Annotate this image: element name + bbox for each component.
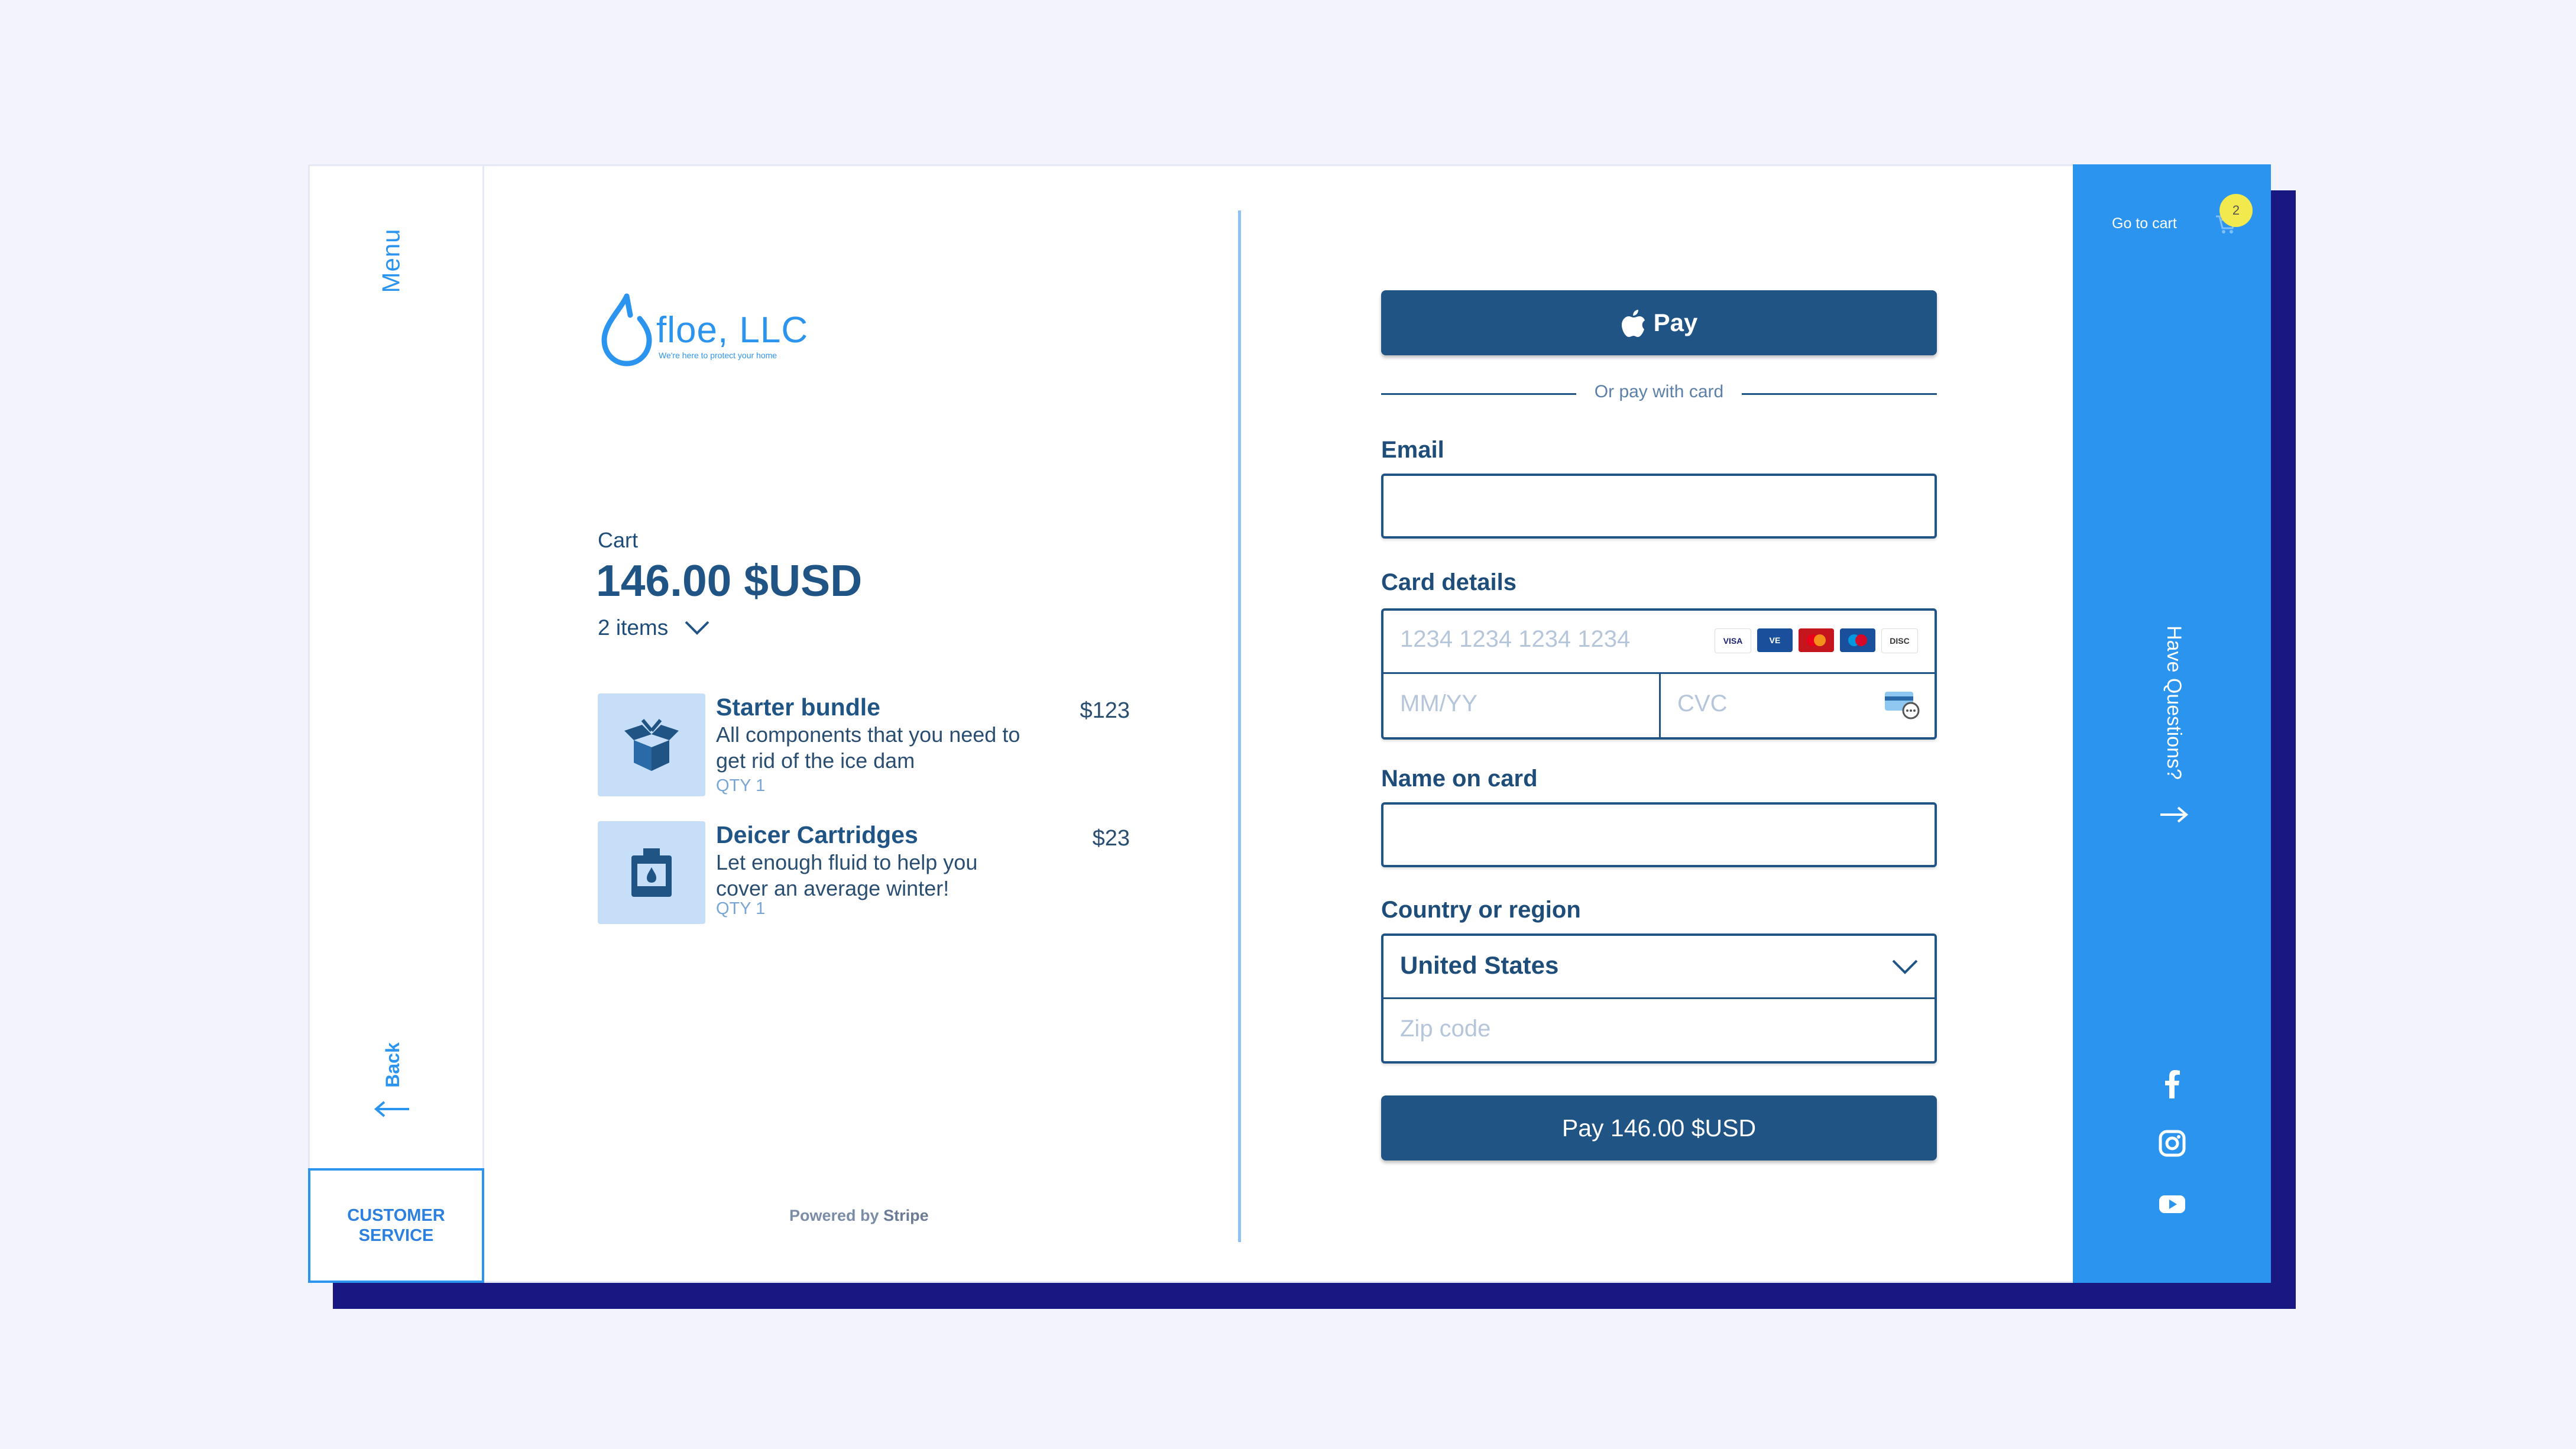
cvc-placeholder: CVC xyxy=(1677,691,1728,717)
powered-prefix: Powered by xyxy=(789,1207,879,1224)
arrow-left-icon xyxy=(374,1101,409,1117)
apple-icon xyxy=(1621,310,1645,337)
country-value: United States xyxy=(1400,951,1559,979)
item-price: $123 xyxy=(1080,698,1130,723)
instagram-icon[interactable] xyxy=(2157,1128,2188,1159)
visa-electron-icon: VE xyxy=(1757,628,1793,652)
email-label: Email xyxy=(1381,437,1444,463)
item-thumbnail xyxy=(598,693,705,796)
cart-item: Deicer Cartridges Let enough fluid to he… xyxy=(598,821,1130,928)
column-divider xyxy=(1238,210,1241,1242)
arrow-right-icon[interactable] xyxy=(2156,803,2191,826)
item-description: All components that you need to get rid … xyxy=(716,722,1020,773)
back-button[interactable]: Back xyxy=(369,1035,416,1124)
expiry-placeholder: MM/YY xyxy=(1400,691,1478,717)
side-panel: Go to cart 2 Have Questions? xyxy=(2073,164,2271,1283)
customer-service-button[interactable]: CUSTOMER SERVICE xyxy=(308,1168,484,1283)
pay-button-label: Pay 146.00 $USD xyxy=(1561,1114,1757,1142)
email-field[interactable] xyxy=(1381,474,1937,539)
cart-label: Cart xyxy=(598,528,639,552)
powered-by-stripe[interactable]: Powered by Stripe xyxy=(789,1207,929,1225)
cart-items-toggle[interactable]: 2 items xyxy=(598,615,711,640)
discover-icon: DISC xyxy=(1881,628,1918,653)
country-zip-group: United States Zip code xyxy=(1381,933,1937,1064)
item-thumbnail xyxy=(598,821,705,924)
stripe-brand: Stripe xyxy=(883,1207,929,1224)
expiry-field[interactable]: MM/YY xyxy=(1383,674,1659,738)
cvc-field[interactable]: CVC xyxy=(1661,674,1935,738)
card-number-placeholder: 1234 1234 1234 1234 xyxy=(1400,626,1631,652)
or-line-right xyxy=(1742,393,1937,395)
apple-pay-button[interactable]: Pay xyxy=(1381,290,1937,355)
cvc-card-icon xyxy=(1885,692,1920,719)
facebook-icon[interactable] xyxy=(2157,1068,2188,1098)
card-row-expiry-cvc: MM/YY CVC xyxy=(1383,674,1935,738)
menu-label: Menu xyxy=(377,228,405,293)
back-label: Back xyxy=(381,1042,403,1088)
zip-code-field[interactable]: Zip code xyxy=(1383,999,1935,1062)
cart-total: 146.00 $USD xyxy=(596,556,863,605)
cart-badge: 2 xyxy=(2219,194,2253,227)
open-box-icon xyxy=(624,719,679,771)
country-select[interactable]: United States xyxy=(1383,936,1935,999)
maestro-icon xyxy=(1840,628,1875,652)
mastercard-icon xyxy=(1799,628,1834,652)
card-number-field[interactable]: 1234 1234 1234 1234 VISA VE DISC xyxy=(1383,611,1935,674)
item-price: $23 xyxy=(1092,826,1130,851)
brand-logo: floe, LLC We're here to protect your hom… xyxy=(597,291,834,374)
go-to-cart-link[interactable]: Go to cart xyxy=(2112,215,2177,232)
country-label: Country or region xyxy=(1381,897,1581,923)
item-description: Let enough fluid to help you cover an av… xyxy=(716,850,978,900)
zip-placeholder: Zip code xyxy=(1400,1016,1491,1042)
name-on-card-label: Name on card xyxy=(1381,766,1538,792)
visa-icon: VISA xyxy=(1715,628,1751,653)
have-questions-label: Have Questions? xyxy=(2162,625,2185,780)
name-on-card-field[interactable] xyxy=(1381,802,1937,867)
card-details-label: Card details xyxy=(1381,569,1517,595)
brand-tagline: We're here to protect your home xyxy=(659,351,777,360)
youtube-icon[interactable] xyxy=(2157,1188,2188,1219)
menu-button[interactable]: Menu xyxy=(374,219,409,302)
chevron-down-icon xyxy=(1892,959,1918,974)
card-brands: VISA VE DISC xyxy=(1715,628,1918,653)
chevron-down-icon xyxy=(685,621,709,635)
cart-item: Starter bundle All components that you n… xyxy=(598,693,1130,800)
left-rail: Menu Back CUSTOMER SERVICE xyxy=(308,166,484,1283)
apple-pay-label: Pay xyxy=(1653,309,1698,336)
checkout-window: Menu Back CUSTOMER SERVICE floe, LLC We'… xyxy=(308,164,2271,1283)
water-drop-icon xyxy=(601,293,652,367)
customer-service-label: CUSTOMER SERVICE xyxy=(347,1206,445,1245)
card-details-group: 1234 1234 1234 1234 VISA VE DISC MM/YY C… xyxy=(1381,608,1937,740)
cartridge-icon xyxy=(631,848,672,897)
or-text: Or pay with card xyxy=(1594,382,1724,401)
brand-name: floe, LLC xyxy=(656,310,809,351)
pay-button[interactable]: Pay 146.00 $USD xyxy=(1381,1095,1937,1161)
or-divider: Or pay with card xyxy=(1381,382,1937,406)
item-title: Deicer Cartridges xyxy=(716,821,918,848)
item-qty: QTY 1 xyxy=(716,776,766,795)
item-qty: QTY 1 xyxy=(716,899,766,918)
item-title: Starter bundle xyxy=(716,693,880,721)
cart-item-count: 2 items xyxy=(598,615,669,640)
have-questions-link[interactable]: Have Questions? xyxy=(2144,614,2203,791)
